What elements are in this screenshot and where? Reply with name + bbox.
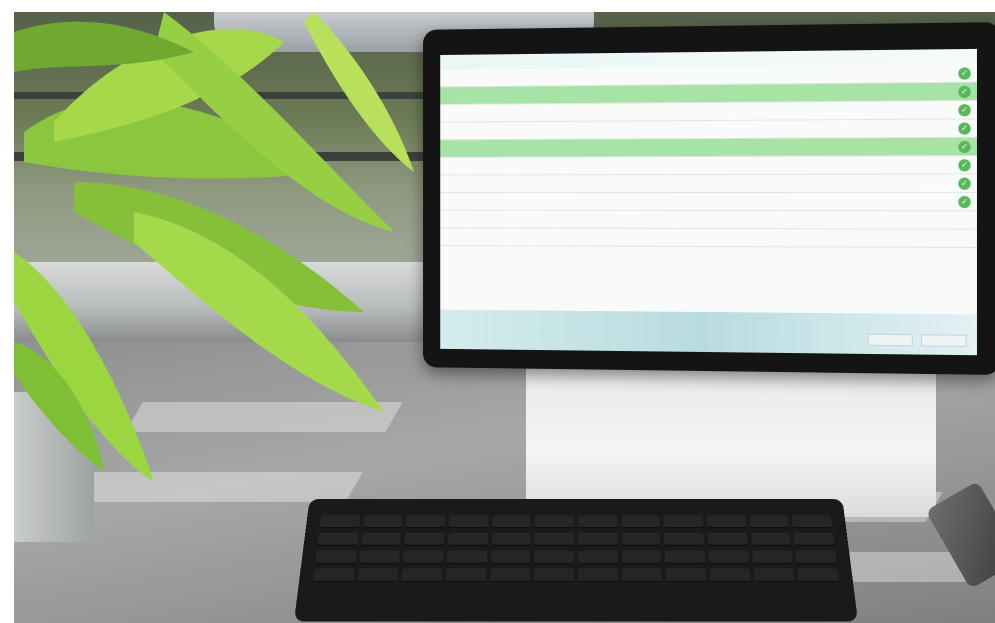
key: [664, 533, 704, 546]
key: [621, 533, 661, 546]
key: [404, 533, 444, 546]
key: [315, 550, 356, 563]
key: [320, 515, 360, 528]
key: [706, 515, 746, 528]
key: [535, 533, 574, 546]
footer-button[interactable]: [868, 334, 913, 347]
key: [361, 533, 402, 546]
key: [665, 550, 705, 563]
key: [534, 550, 574, 563]
key: [794, 533, 835, 546]
process-list: ✓ ✓ ✓ ✓ ✓ ✓ ✓ ✓: [440, 64, 977, 248]
key: [751, 533, 792, 546]
key: [535, 515, 574, 528]
key: [666, 569, 707, 583]
key: [796, 550, 837, 563]
key: [621, 515, 660, 528]
key: [447, 550, 487, 563]
key: [318, 533, 359, 546]
footer-button[interactable]: [921, 334, 967, 347]
key: [534, 569, 574, 583]
key: [490, 569, 530, 583]
checkmark-icon: ✓: [958, 159, 970, 171]
key: [491, 533, 531, 546]
screen-footer: [440, 310, 977, 356]
key: [749, 515, 789, 528]
key: [578, 569, 618, 583]
key: [448, 533, 488, 546]
monitor-stand: [526, 357, 936, 517]
monitor: ✓ ✓ ✓ ✓ ✓ ✓ ✓ ✓: [423, 22, 995, 375]
key: [752, 550, 793, 563]
key: [313, 569, 354, 583]
key: [359, 550, 400, 563]
key: [492, 515, 531, 528]
photo-frame: ✓ ✓ ✓ ✓ ✓ ✓ ✓ ✓: [14, 12, 995, 623]
process-row[interactable]: ✓: [440, 138, 977, 158]
key: [754, 569, 795, 583]
key: [363, 515, 403, 528]
checkmark-icon: ✓: [958, 67, 970, 79]
checkmark-icon: ✓: [958, 178, 970, 190]
key: [578, 515, 617, 528]
key: [403, 550, 444, 563]
key: [709, 550, 750, 563]
process-row[interactable]: ✓: [440, 175, 977, 194]
process-row[interactable]: [440, 228, 977, 248]
key: [797, 569, 838, 583]
checkmark-icon: ✓: [958, 104, 970, 116]
key: [357, 569, 398, 583]
screen: ✓ ✓ ✓ ✓ ✓ ✓ ✓ ✓: [440, 49, 977, 355]
key: [449, 515, 489, 528]
key: [406, 515, 446, 528]
key: [401, 569, 442, 583]
plant-leaf: [304, 12, 414, 172]
checkmark-icon: ✓: [958, 86, 970, 98]
keyboard: [294, 499, 858, 622]
key: [792, 515, 832, 528]
key: [710, 569, 751, 583]
process-row[interactable]: ✓: [440, 156, 977, 175]
key: [578, 550, 618, 563]
process-row[interactable]: [440, 211, 977, 230]
key: [490, 550, 530, 563]
checkmark-icon: ✓: [958, 122, 970, 134]
key: [707, 533, 747, 546]
checkmark-icon: ✓: [958, 141, 970, 153]
key: [578, 533, 617, 546]
key: [664, 515, 704, 528]
key: [622, 550, 662, 563]
key: [446, 569, 487, 583]
process-row[interactable]: ✓: [440, 119, 977, 140]
process-row[interactable]: ✓: [440, 193, 977, 211]
key: [622, 569, 662, 583]
checkmark-icon: ✓: [958, 196, 970, 208]
